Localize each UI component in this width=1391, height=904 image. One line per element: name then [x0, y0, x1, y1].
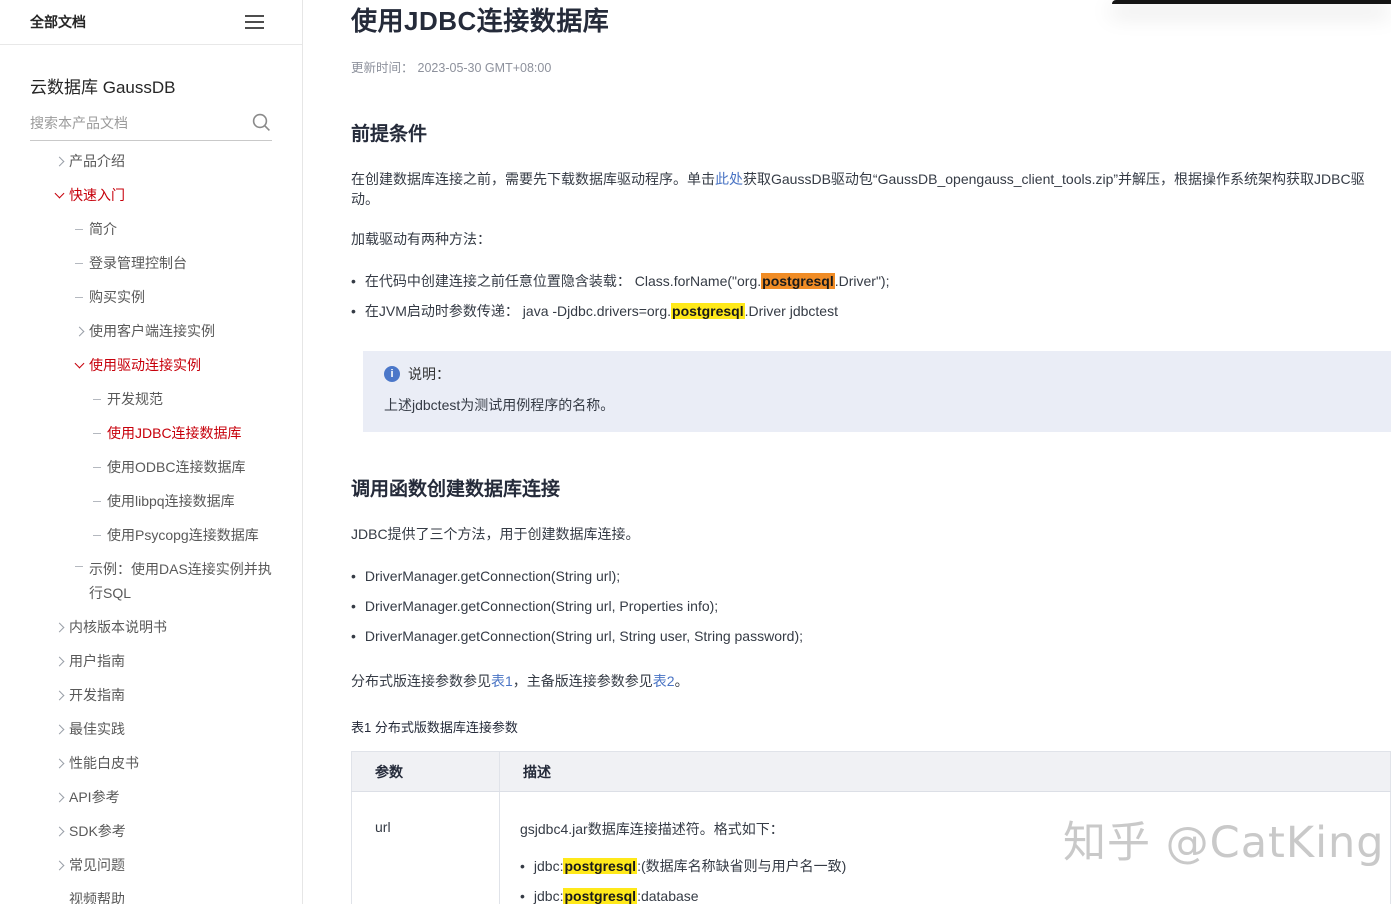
list-item: DriverManager.getConnection(String url); [351, 561, 1391, 591]
chevron-right-icon [55, 794, 69, 801]
note-label: 说明： [408, 364, 450, 384]
page-title: 使用JDBC连接数据库 [351, 0, 1391, 38]
table1-link[interactable]: 表1 [491, 673, 513, 689]
sidebar-item-das-example[interactable]: 示例：使用DAS连接实例并执行SQL [0, 552, 302, 610]
sidebar-item-product-intro[interactable]: 产品介绍 [0, 144, 302, 178]
chevron-right-icon [55, 624, 69, 631]
sidebar-item-video-help[interactable]: 视频帮助 [0, 882, 302, 904]
search-highlight: postgresql [563, 888, 637, 904]
list-item: DriverManager.getConnection(String url, … [351, 591, 1391, 621]
table-caption: 表1 分布式版数据库连接参数 [351, 717, 1391, 736]
connect-intro: JDBC提供了三个方法，用于创建数据库连接。 [351, 524, 1391, 544]
sidebar-item-client-connect[interactable]: 使用客户端连接实例 [0, 314, 302, 348]
prereq-paragraph: 在创建数据库连接之前，需要先下载数据库驱动程序。单击此处获取GaussDB驱动包… [351, 169, 1391, 209]
sidebar-item-perf-whitepaper[interactable]: 性能白皮书 [0, 746, 302, 780]
search-icon[interactable] [251, 112, 272, 133]
sidebar-item-sdk-ref[interactable]: SDK参考 [0, 814, 302, 848]
overlay-window-edge [1112, 0, 1391, 4]
main-content: 使用JDBC连接数据库 更新时间： 2023-05-30 GMT+08:00 前提… [303, 0, 1391, 904]
column-header-desc: 描述 [500, 752, 1391, 792]
chevron-right-icon [55, 158, 69, 165]
list-item: jdbc:postgresql:database [520, 881, 1390, 904]
dash-icon [75, 297, 89, 298]
column-header-param: 参数 [352, 752, 500, 792]
here-link[interactable]: 此处 [715, 171, 743, 187]
sidebar-item-faq[interactable]: 常见问题 [0, 848, 302, 882]
chevron-right-icon [55, 726, 69, 733]
sidebar-item-psycopg[interactable]: 使用Psycopg连接数据库 [0, 518, 302, 552]
search-box [30, 112, 272, 141]
sidebar-item-jdbc-current[interactable]: 使用JDBC连接数据库 [0, 416, 302, 450]
chevron-right-icon [75, 328, 89, 335]
section-heading-prerequisites: 前提条件 [351, 119, 1391, 146]
sidebar-header: 全部文档 [0, 0, 302, 45]
update-time-label: 更新时间： [351, 61, 414, 75]
table2-link[interactable]: 表2 [653, 673, 675, 689]
table-ref-paragraph: 分布式版连接参数参见表1，主备版连接参数参见表2。 [351, 671, 1391, 691]
table-header-row: 参数 描述 [352, 752, 1391, 792]
chevron-right-icon [55, 828, 69, 835]
sidebar-item-intro[interactable]: 简介 [0, 212, 302, 246]
search-input[interactable] [30, 115, 251, 131]
param-cell: url [352, 792, 500, 904]
sidebar-item-buy-instance[interactable]: 购买实例 [0, 280, 302, 314]
search-highlight: postgresql [671, 303, 745, 319]
doc-app: 全部文档 云数据库 GaussDB 产品介绍 快速入门 简介 登录管理控制台 购… [0, 0, 1391, 904]
all-docs-link[interactable]: 全部文档 [30, 12, 86, 32]
chevron-right-icon [55, 760, 69, 767]
dash-icon [93, 535, 107, 536]
sidebar-item-best-practice[interactable]: 最佳实践 [0, 712, 302, 746]
sidebar-item-odbc[interactable]: 使用ODBC连接数据库 [0, 450, 302, 484]
sidebar-item-kernel-notes[interactable]: 内核版本说明书 [0, 610, 302, 644]
search-highlight-current: postgresql [761, 273, 835, 289]
sidebar-item-quick-start[interactable]: 快速入门 [0, 178, 302, 212]
chevron-right-icon [55, 862, 69, 869]
sidebar-item-libpq[interactable]: 使用libpq连接数据库 [0, 484, 302, 518]
load-driver-intro: 加载驱动有两种方法： [351, 229, 1391, 249]
hamburger-icon[interactable] [245, 15, 264, 29]
nav-tree: 产品介绍 快速入门 简介 登录管理控制台 购买实例 使用客户端连接实例 使用驱动… [0, 144, 302, 904]
dash-icon [93, 433, 107, 434]
chevron-right-icon [55, 692, 69, 699]
sidebar-item-driver-connect[interactable]: 使用驱动连接实例 [0, 348, 302, 382]
load-driver-list: 在代码中创建连接之前任意位置隐含装载： Class.forName("org.p… [351, 266, 1391, 326]
chevron-down-icon [75, 363, 89, 367]
dash-icon [93, 501, 107, 502]
sidebar-item-dev-guide[interactable]: 开发指南 [0, 678, 302, 712]
methods-list: DriverManager.getConnection(String url);… [351, 561, 1391, 651]
list-item: 在代码中创建连接之前任意位置隐含装载： Class.forName("org.p… [351, 266, 1391, 296]
sidebar-item-login-console[interactable]: 登录管理控制台 [0, 246, 302, 280]
dash-icon [75, 229, 89, 230]
note-box: 说明： 上述jdbctest为测试用例程序的名称。 [363, 351, 1391, 432]
sidebar: 全部文档 云数据库 GaussDB 产品介绍 快速入门 简介 登录管理控制台 购… [0, 0, 303, 904]
dash-icon [93, 467, 107, 468]
product-title: 云数据库 GaussDB [30, 73, 272, 98]
search-highlight: postgresql [563, 858, 637, 874]
section-heading-connect: 调用函数创建数据库连接 [351, 474, 1391, 501]
chevron-right-icon [55, 658, 69, 665]
update-time: 更新时间： 2023-05-30 GMT+08:00 [351, 57, 1391, 76]
sidebar-item-api-ref[interactable]: API参考 [0, 780, 302, 814]
sidebar-item-user-guide[interactable]: 用户指南 [0, 644, 302, 678]
info-icon [384, 366, 400, 382]
note-text: 上述jdbctest为测试用例程序的名称。 [384, 395, 1371, 415]
zhihu-watermark: 知乎 @CatKing [1063, 808, 1385, 870]
dash-icon [75, 263, 89, 264]
dash-icon [93, 399, 107, 400]
list-item: DriverManager.getConnection(String url, … [351, 621, 1391, 651]
sidebar-item-dev-spec[interactable]: 开发规范 [0, 382, 302, 416]
dash-icon [75, 566, 89, 567]
list-item: 在JVM启动时参数传递： java -Djdbc.drivers=org.pos… [351, 296, 1391, 326]
update-time-value: 2023-05-30 GMT+08:00 [418, 61, 552, 75]
chevron-down-icon [55, 193, 69, 197]
